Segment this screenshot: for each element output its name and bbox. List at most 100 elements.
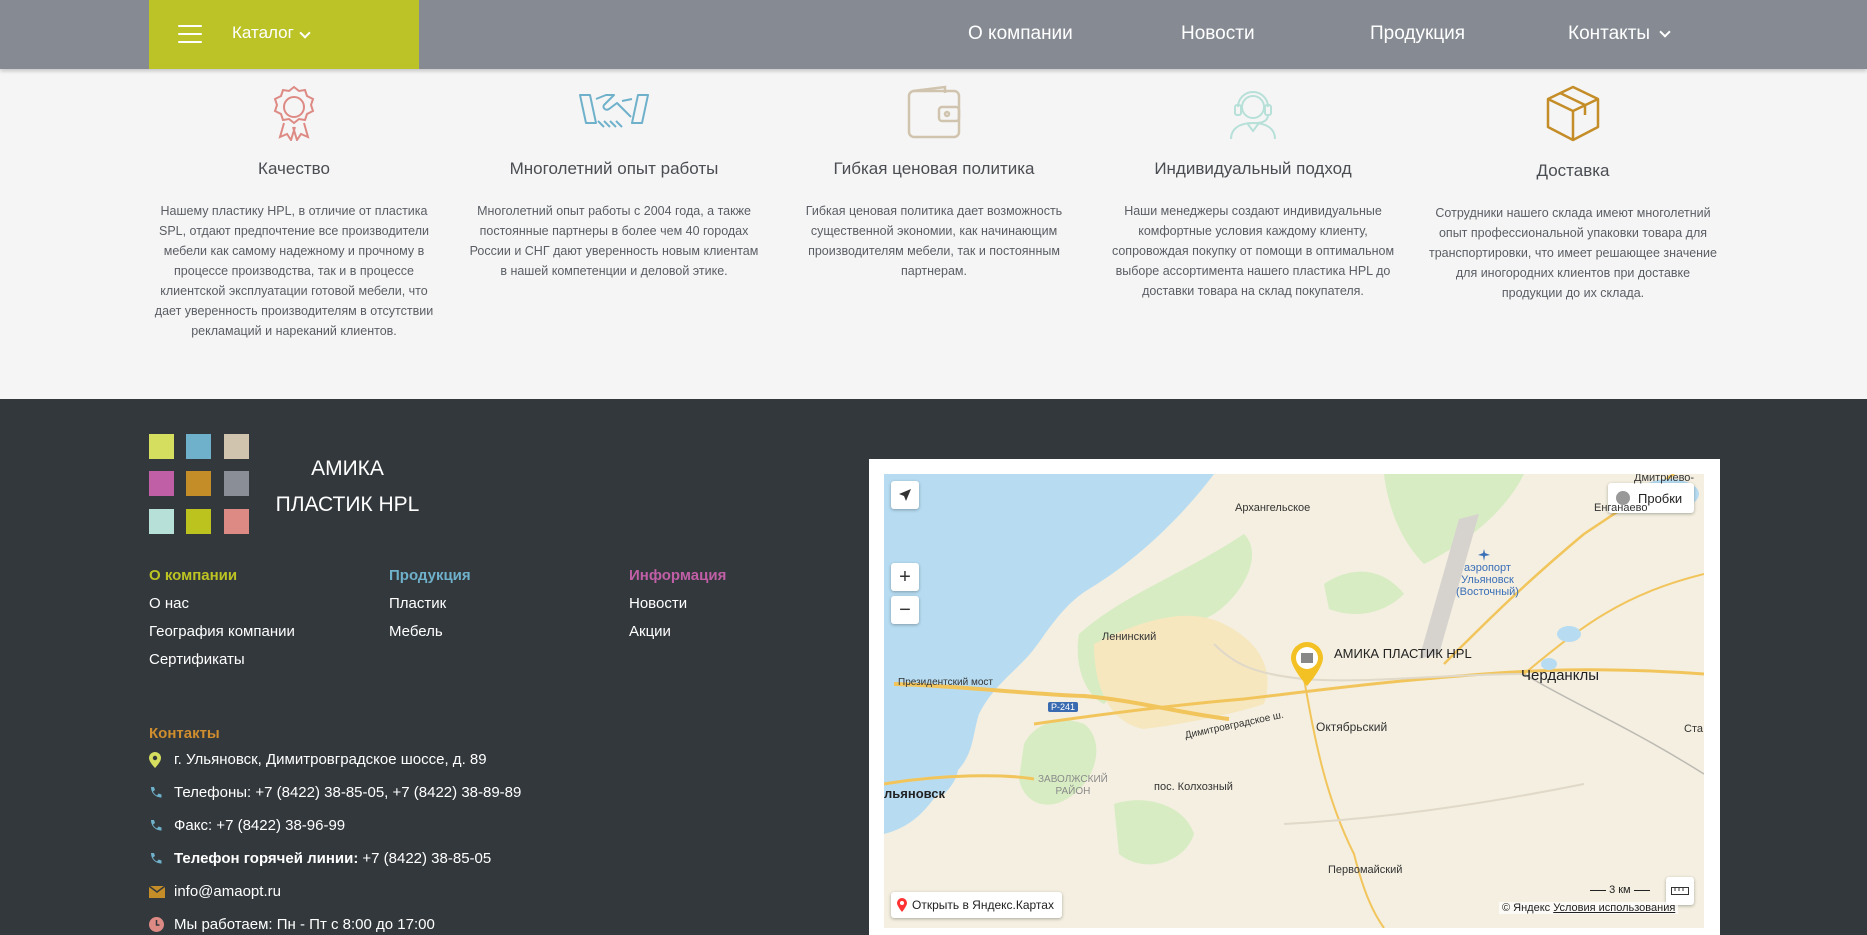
footer-column-title: Информация <box>629 567 727 584</box>
phones-text[interactable]: Телефоны: +7 (8422) 38-85-05, +7 (8422) … <box>174 784 521 801</box>
feature-text: Многолетний опыт работы с 2004 года, а т… <box>469 204 759 278</box>
wallet-icon <box>907 85 961 139</box>
footer-column-company: О компании О нас География компании Серт… <box>149 567 295 679</box>
logo-square <box>224 434 249 459</box>
email-link[interactable]: info@amaopt.ru <box>174 883 281 900</box>
phone-icon <box>151 853 162 864</box>
fax-text: Факс: +7 (8422) 38-96-99 <box>174 817 346 834</box>
zoom-out-button[interactable]: − <box>891 596 919 624</box>
logo-square <box>186 509 211 534</box>
locate-arrow-icon <box>899 489 911 501</box>
hotline-label: Телефон горячей линии: <box>174 850 359 867</box>
hotline-value[interactable]: +7 (8422) 38-85-05 <box>362 850 491 867</box>
map-place: Октябрьский <box>1316 720 1388 734</box>
minus-icon: − <box>899 598 911 621</box>
footer-link-news[interactable]: Новости <box>629 595 726 623</box>
feature-individual: Индивидуальный подход Наши менеджеры соз… <box>1108 69 1398 301</box>
chevron-down-icon <box>1659 26 1671 38</box>
contact-address: г. Ульяновск, Димитровградское шоссе, д.… <box>149 751 487 768</box>
logo-text: АМИКА ПЛАСТИК HPL <box>270 451 425 523</box>
logo-line2: ПЛАСТИК HPL <box>275 493 420 516</box>
map-place: Черданклы <box>1521 667 1599 684</box>
contact-email: info@amaopt.ru <box>149 883 281 900</box>
feature-text: Гибкая ценовая политика дает возможность… <box>805 204 1063 278</box>
map-scale: 3 км <box>1590 884 1650 896</box>
header: Каталог О компании Новости Продукция Кон… <box>0 0 1867 69</box>
contacts-title: Контакты <box>149 725 220 742</box>
company-marker[interactable] <box>1290 642 1324 691</box>
map-place: Архангельское <box>1235 502 1311 514</box>
feature-title: Индивидуальный подход <box>1154 159 1352 178</box>
footer-column-title: О компании <box>149 567 238 584</box>
map-place-airport: аэропорт Ульяновск (Восточный) <box>1456 562 1519 598</box>
logo-line1: АМИКА <box>311 457 384 480</box>
chevron-down-icon <box>299 27 311 39</box>
logo-square <box>186 471 211 496</box>
menu-icon <box>178 25 202 43</box>
open-in-yandex-maps-button[interactable]: Открыть в Яндекс.Картах <box>891 892 1062 918</box>
feature-text: Наши менеджеры создают индивидуальные ко… <box>1111 204 1395 298</box>
map-place: Ста <box>1684 723 1703 735</box>
phone-icon <box>151 787 162 798</box>
feature-title: Гибкая ценовая политика <box>833 159 1035 178</box>
support-agent-icon <box>1230 91 1276 140</box>
logo-square <box>149 434 174 459</box>
feature-delivery: Доставка Сотрудники нашего склада имеют … <box>1428 69 1718 303</box>
map-district: ЗАВОЛЖСКИЙ РАЙОН <box>1038 774 1108 797</box>
address-text: г. Ульяновск, Димитровградское шоссе, д.… <box>174 751 487 768</box>
footer-link-about[interactable]: О нас <box>149 595 295 623</box>
logo[interactable] <box>149 434 249 534</box>
map-copyright: © Яндекс Условия использования <box>1499 902 1679 914</box>
map-place: льяновск <box>884 786 946 801</box>
hours-text: Мы работаем: Пн - Пт с 8:00 до 17:00 <box>174 916 435 933</box>
clock-icon <box>149 917 164 932</box>
feature-text: Нашему пластику HPL, в отличие от пласти… <box>154 204 434 338</box>
logo-square <box>149 509 174 534</box>
logo-square <box>224 509 249 534</box>
road-number-badge: Р-241 <box>1048 702 1079 712</box>
nav-products[interactable]: Продукция <box>1370 23 1465 45</box>
logo-square <box>186 434 211 459</box>
plus-icon: + <box>899 565 911 588</box>
footer-column-products: Продукция Пластик Мебель <box>389 567 471 651</box>
phone-icon <box>151 820 162 831</box>
feature-text: Сотрудники нашего склада имеют многолетн… <box>1428 206 1717 300</box>
features-section: Качество Нашему пластику HPL, в отличие … <box>0 69 1867 399</box>
nav-about[interactable]: О компании <box>968 23 1073 45</box>
feature-quality: Качество Нашему пластику HPL, в отличие … <box>149 69 439 341</box>
feature-pricing: Гибкая ценовая политика Гибкая ценовая п… <box>789 69 1079 281</box>
ruler-button[interactable] <box>1666 877 1694 905</box>
contact-hotline: Телефон горячей линии: +7 (8422) 38-85-0… <box>149 850 491 867</box>
feature-title: Качество <box>258 159 330 178</box>
yandex-pin-icon <box>897 898 907 912</box>
footer-link-furniture[interactable]: Мебель <box>389 623 471 651</box>
copyright-text: © Яндекс <box>1502 902 1551 914</box>
location-pin-icon <box>149 751 161 768</box>
footer-column-title: Продукция <box>389 567 471 584</box>
zoom-in-button[interactable]: + <box>891 563 919 591</box>
yandex-map[interactable]: + − Пробки Архангельское Дмитриево- Енга… <box>884 474 1704 928</box>
logo-square <box>224 471 249 496</box>
map-pin-icon <box>1291 642 1323 686</box>
contact-phones: Телефоны: +7 (8422) 38-85-05, +7 (8422) … <box>149 784 521 801</box>
geolocation-button[interactable] <box>891 481 919 509</box>
award-icon <box>273 85 315 141</box>
catalog-button[interactable]: Каталог <box>149 0 419 69</box>
terms-link[interactable]: Условия использования <box>1553 902 1675 914</box>
footer-link-promotions[interactable]: Акции <box>629 623 726 651</box>
box-icon <box>1546 85 1600 142</box>
nav-news[interactable]: Новости <box>1181 23 1255 45</box>
marker-label: АМИКА ПЛАСТИК HPL <box>1334 646 1472 661</box>
map-place: Енганаево <box>1594 502 1648 514</box>
scale-label: 3 км <box>1609 884 1631 896</box>
footer-link-geography[interactable]: География компании <box>149 623 295 651</box>
map-place: Президентский мост <box>898 677 993 688</box>
handshake-icon <box>579 94 649 128</box>
feature-title: Многолетний опыт работы <box>509 159 719 178</box>
ruler-icon <box>1671 887 1689 895</box>
catalog-label: Каталог <box>232 23 294 42</box>
logo-square <box>149 471 174 496</box>
footer-link-certificates[interactable]: Сертификаты <box>149 651 295 679</box>
footer-link-plastic[interactable]: Пластик <box>389 595 471 623</box>
nav-contacts[interactable]: Контакты <box>1568 23 1650 45</box>
